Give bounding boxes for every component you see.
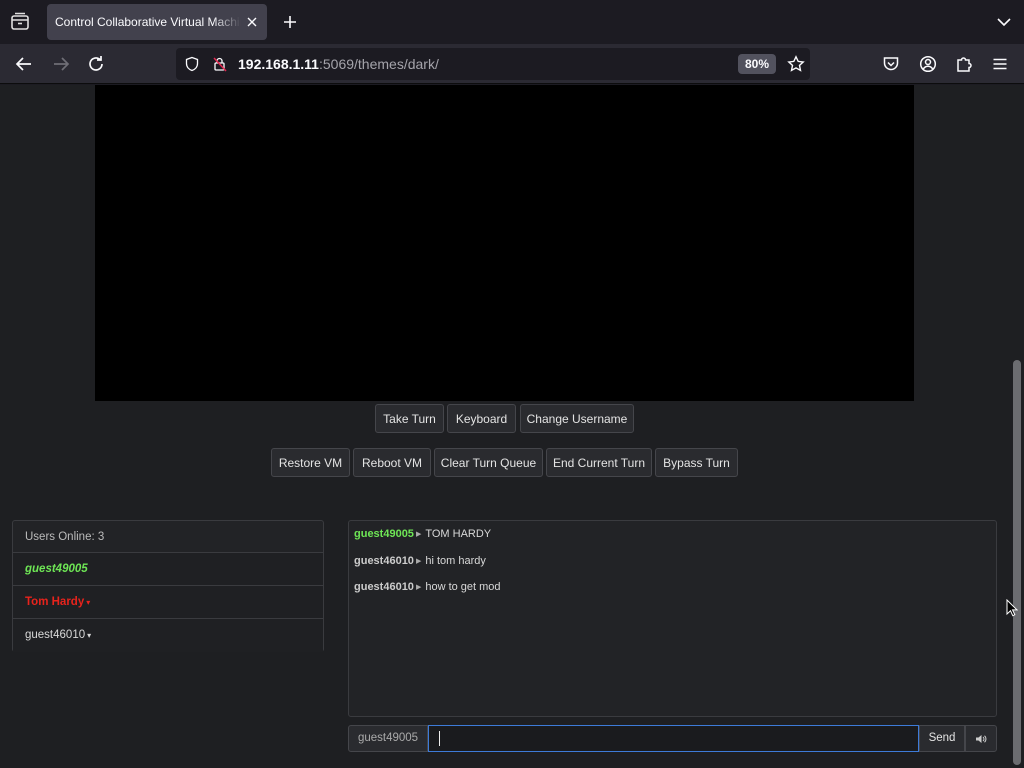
clear-turn-queue-button[interactable]: Clear Turn Queue [434, 448, 543, 477]
reload-icon[interactable] [86, 54, 106, 74]
caret-down-icon[interactable]: ▾ [86, 598, 90, 607]
user-row-self[interactable]: guest49005 [13, 553, 323, 586]
chat-message: guest46010 ▶ how to get mod [354, 581, 501, 593]
back-arrow-icon[interactable] [14, 54, 34, 74]
browser-tab-bar: Control Collaborative Virtual Machine [0, 0, 1024, 44]
chat-message-input[interactable] [428, 725, 919, 752]
username: guest49005 [25, 563, 88, 575]
chat-text: how to get mod [425, 581, 501, 593]
scrollbar-thumb[interactable] [1013, 360, 1021, 765]
username: guest46010 [25, 629, 86, 641]
bookmark-star-icon[interactable] [787, 55, 805, 73]
chat-text: hi tom hardy [425, 555, 486, 567]
page-scrollbar[interactable] [1010, 85, 1024, 768]
chat-message: guest46010 ▶ hi tom hardy [354, 555, 486, 567]
hamburger-menu-icon[interactable] [991, 55, 1009, 73]
chat-input-row: guest49005 Send [348, 725, 997, 752]
restore-vm-button[interactable]: Restore VM [271, 448, 350, 477]
chat-username-label: guest49005 [348, 725, 428, 752]
close-tab-icon[interactable] [243, 13, 261, 31]
shield-icon[interactable] [184, 56, 200, 72]
new-tab-plus-icon[interactable] [280, 12, 300, 32]
chat-username: guest49005 [354, 528, 414, 540]
insecure-lock-icon[interactable] [212, 56, 228, 72]
active-tab[interactable]: Control Collaborative Virtual Machine [47, 4, 267, 40]
arrow-right-icon: ▶ [415, 558, 422, 565]
chat-username: guest46010 [354, 555, 414, 567]
end-current-turn-button[interactable]: End Current Turn [546, 448, 652, 477]
change-username-button[interactable]: Change Username [520, 404, 634, 433]
bypass-turn-button[interactable]: Bypass Turn [655, 448, 738, 477]
username: Tom Hardy [25, 596, 85, 608]
zoom-level-badge[interactable]: 80% [738, 54, 777, 74]
url-bar[interactable]: 192.168.1.11:5069/themes/dark/ 80% [176, 48, 810, 80]
users-online-header: Users Online: 3 [13, 521, 323, 553]
chat-username: guest46010 [354, 581, 414, 593]
tab-list-icon[interactable] [8, 10, 32, 34]
speaker-icon [976, 734, 987, 743]
pocket-icon[interactable] [882, 55, 900, 73]
extensions-puzzle-icon[interactable] [955, 55, 973, 73]
tab-title: Control Collaborative Virtual Machine [55, 15, 241, 29]
url-path: :5069/themes/dark/ [318, 56, 439, 72]
mouse-pointer-icon [1006, 599, 1018, 617]
keyboard-button[interactable]: Keyboard [447, 404, 516, 433]
page-content: Take Turn Keyboard Change Username Resto… [0, 85, 1024, 768]
send-button[interactable]: Send [919, 725, 965, 752]
chevron-down-icon[interactable] [996, 14, 1012, 30]
chat-message: guest49005 ▶ TOM HARDY [354, 528, 491, 540]
arrow-right-icon: ▶ [415, 584, 422, 591]
url-text[interactable]: 192.168.1.11:5069/themes/dark/ [238, 56, 439, 72]
text-cursor [439, 731, 440, 746]
user-row[interactable]: guest46010 ▾ [13, 619, 323, 652]
caret-down-icon[interactable]: ▾ [87, 631, 91, 640]
reboot-vm-button[interactable]: Reboot VM [353, 448, 431, 477]
url-host: 192.168.1.11 [238, 56, 319, 72]
vm-display-screen[interactable] [95, 85, 914, 401]
account-icon[interactable] [919, 55, 937, 73]
arrow-right-icon: ▶ [415, 531, 422, 538]
take-turn-button[interactable]: Take Turn [375, 404, 444, 433]
users-online-panel: Users Online: 3 guest49005 Tom Hardy ▾ gu… [12, 520, 324, 652]
user-row[interactable]: Tom Hardy ▾ [13, 586, 323, 619]
chat-log: guest49005 ▶ TOM HARDY guest46010 ▶ hi tom h… [348, 520, 997, 717]
forward-arrow-icon[interactable] [51, 54, 71, 74]
volume-toggle-button[interactable] [965, 725, 997, 752]
chat-text: TOM HARDY [425, 528, 492, 540]
browser-nav-bar: 192.168.1.11:5069/themes/dark/ 80% [0, 44, 1024, 84]
